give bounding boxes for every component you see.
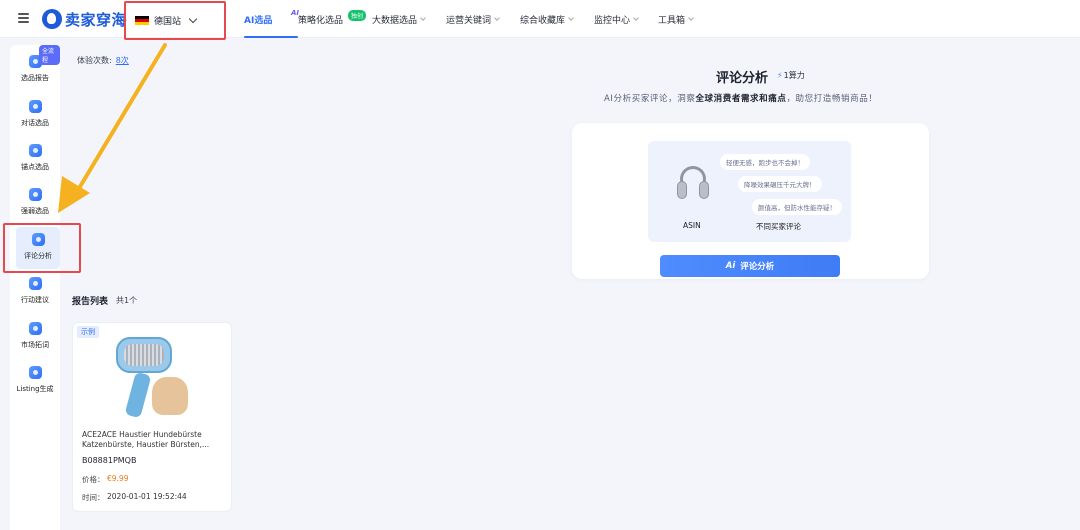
chevron-down-icon [420,14,426,21]
nav-label: 大数据选品 [372,15,418,26]
chat-icon [28,100,42,113]
review-bubble: 轻便无感，跑步也不会掉！ [720,154,810,170]
price-label: 价格： [82,475,105,484]
chevron-down-icon [688,14,694,21]
sidebar-item-label: 行动建议 [21,296,49,304]
top-bar: 卖家穿海 德国站 AI选品 AI 策略化选品 独创 大数据选品 运营关键词 综合… [0,0,1080,40]
product-name: ACE2ACE Haustier Hundebürste Katzenbürst… [82,430,210,449]
market-icon [28,322,42,335]
sidebar-item-action-advice[interactable]: 行动建议 [10,271,60,313]
nav-keywords[interactable]: 运营关键词 [446,0,520,38]
sidebar-item-label: 强弱选品 [21,207,49,215]
sidebar-item-label: 锚点选品 [21,163,49,171]
headphones-icon [676,166,710,202]
nav-monitor[interactable]: 监控中心 [594,0,658,38]
sidebar-item-label: Listing生成 [16,385,54,393]
nav-label: AI选品 [244,15,273,26]
nav-bigdata-selection[interactable]: 大数据选品 [372,0,446,38]
product-price: €9.99 [107,474,129,483]
product-image [108,337,193,419]
site-selector[interactable]: 德国站 [124,1,226,40]
trial-label: 体验次数: [77,56,112,65]
time-label: 时间： [82,493,105,502]
logo-mark-icon [42,9,62,29]
ai-icon: Ai [725,261,736,271]
compass-icon [28,277,42,290]
subtitle-text: AI分析买家评论，洞察 [604,94,696,104]
review-analysis-button[interactable]: Ai 评论分析 [660,255,840,277]
button-label: 评论分析 [740,262,775,272]
anchor-icon [28,144,42,157]
menu-icon[interactable] [18,13,29,23]
sidebar: 选品报告 全流程 对话选品 锚点选品 强弱选品 评论分析 行动建议 市场拓词 L… [10,45,60,530]
nav-ai-selection[interactable]: AI选品 AI [244,0,299,38]
subtitle-emphasis: 全球消费者需求和痛点 [695,94,787,104]
nav-label: 综合收藏库 [520,15,566,26]
nav-label: 策略化选品 [298,15,344,26]
user-icon [28,188,42,201]
sample-tag: 示例 [77,326,99,338]
logo-text: 卖家穿海 [65,10,128,29]
sidebar-item-market-keywords[interactable]: 市场拓词 [10,316,60,358]
sidebar-item-label: 选品报告 [21,74,49,82]
nav-toolbox[interactable]: 工具箱 [658,0,708,38]
sidebar-item-chat-selection[interactable]: 对话选品 [10,94,60,136]
logo[interactable]: 卖家穿海 [42,9,127,29]
sidebar-item-anchor-selection[interactable]: 锚点选品 [10,138,60,180]
chevron-down-icon [188,14,198,23]
chevron-down-icon [633,14,639,21]
power-value: 1算力 [783,71,805,80]
report-list-count: 共1个 [116,296,138,305]
asin-label: ASIN [683,221,701,230]
trial-value-link[interactable]: 8次 [116,56,129,65]
original-badge: 独创 [348,10,367,21]
power-cost: ⚡1算力 [777,70,805,81]
highlight-box-review-analysis [3,223,81,273]
subtitle-text-end: ，助您打造畅销商品！ [786,94,878,104]
chevron-down-icon [494,14,500,21]
review-bubble: 颜值高，但防水性能存疑！ [752,199,842,215]
buyer-reviews-label: 不同买家评论 [756,222,801,231]
listing-icon [28,366,42,379]
nav-label: 运营关键词 [446,15,492,26]
product-asin: B08881PMQB [82,456,137,465]
main-nav: AI选品 AI 策略化选品 独创 大数据选品 运营关键词 综合收藏库 监控中心 … [232,0,708,38]
review-bubble: 降噪效果碾压千元大牌！ [738,176,822,192]
nav-strategy-selection[interactable]: 策略化选品 独创 [298,0,372,38]
nav-label: 工具箱 [658,15,686,26]
page-title: 评论分析 [716,71,769,86]
sidebar-item-label: 对话选品 [21,119,49,127]
nav-label: 监控中心 [594,15,631,26]
sidebar-item-strength-selection[interactable]: 强弱选品 [10,182,60,224]
germany-flag-icon [135,15,149,26]
bolt-icon: ⚡ [777,71,783,80]
chevron-down-icon [568,14,574,21]
site-label: 德国站 [154,17,182,27]
page-subtitle: AI分析买家评论，洞察全球消费者需求和痛点，助您打造畅销商品！ [604,92,877,104]
trial-count: 体验次数: 8次 [77,55,129,66]
report-list-title: 报告列表 [72,297,109,307]
sidebar-item-label: 市场拓词 [21,341,49,349]
full-flow-badge: 全流程 [39,45,60,65]
nav-favorites[interactable]: 综合收藏库 [520,0,594,38]
report-time: 2020-01-01 19:52:44 [107,492,187,501]
sidebar-item-listing-generation[interactable]: Listing生成 [10,360,60,402]
